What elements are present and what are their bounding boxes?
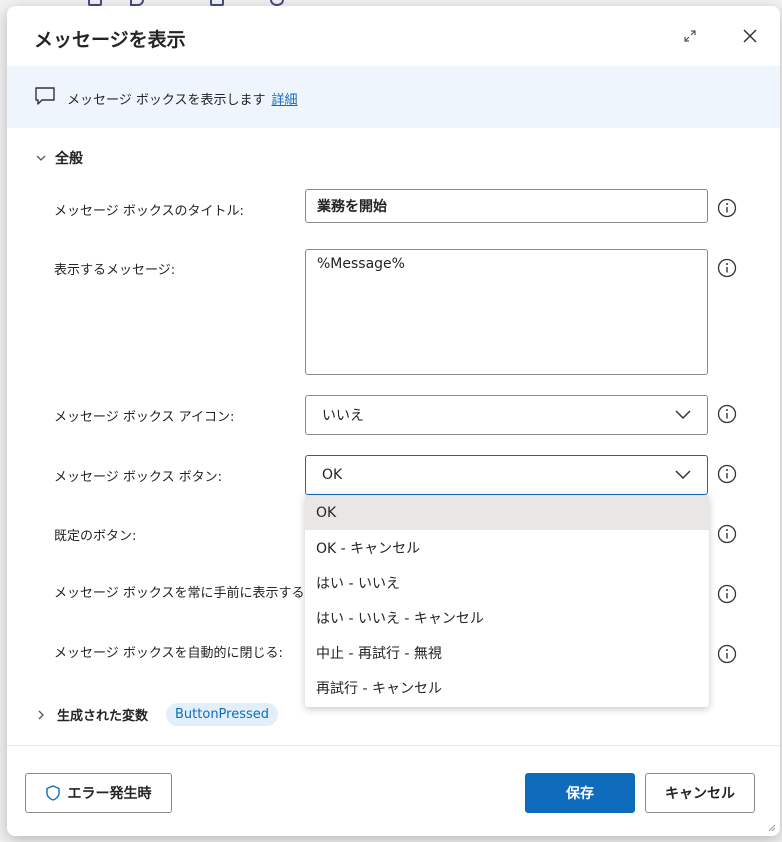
buttons-dropdown-list: OK OK - キャンセル はい - いいえ はい - いいえ - キャンセル … <box>305 495 709 707</box>
banner-text: メッセージ ボックスを表示します 詳細 <box>67 89 298 108</box>
display-message-dialog: メッセージを表示 メッセージ ボックスを表示します 詳細 全般 メッセージ ボック… <box>7 6 780 836</box>
expand-icon <box>684 30 696 42</box>
info-icon[interactable] <box>717 464 737 484</box>
generated-variables: 生成された変数 ButtonPressed <box>35 703 279 726</box>
message-icon <box>35 87 55 105</box>
cancel-button[interactable]: キャンセル <box>645 773 755 813</box>
message-label: 表示するメッセージ: <box>54 263 176 278</box>
info-banner: メッセージ ボックスを表示します 詳細 <box>7 66 780 128</box>
variable-chip[interactable]: ButtonPressed <box>166 703 279 726</box>
on-error-label: エラー発生時 <box>67 786 152 802</box>
generated-variables-label: 生成された変数 <box>57 709 149 724</box>
details-link[interactable]: 詳細 <box>271 93 297 108</box>
dialog-header: メッセージを表示 <box>7 6 780 66</box>
dropdown-option[interactable]: 再試行 - キャンセル <box>305 670 709 705</box>
dropdown-option[interactable]: はい - いいえ - キャンセル <box>305 600 709 635</box>
title-label: メッセージ ボックスのタイトル: <box>54 204 244 219</box>
on-error-button[interactable]: エラー発生時 <box>25 773 172 813</box>
title-input[interactable]: 業務を開始 <box>305 189 708 223</box>
chevron-right-icon[interactable] <box>35 709 47 721</box>
expand-button[interactable] <box>678 24 702 48</box>
section-general-toggle[interactable]: 全般 <box>35 148 83 168</box>
dialog-title: メッセージを表示 <box>34 29 186 51</box>
chevron-down-icon <box>36 155 46 161</box>
autoclose-label: メッセージ ボックスを自動的に閉じる: <box>54 646 283 661</box>
icon-label: メッセージ ボックス アイコン: <box>54 410 235 425</box>
dropdown-option[interactable]: OK <box>305 495 709 530</box>
info-icon[interactable] <box>717 258 737 278</box>
topmost-label: メッセージ ボックスを常に手前に表示する: <box>54 586 309 601</box>
close-icon <box>743 29 757 43</box>
info-icon[interactable] <box>717 644 737 664</box>
dropdown-option[interactable]: 中止 - 再試行 - 無視 <box>305 635 709 670</box>
buttons-select[interactable]: OK <box>305 455 708 495</box>
dropdown-option[interactable]: はい - いいえ <box>305 565 709 600</box>
message-textarea[interactable]: %Message% <box>305 249 708 375</box>
info-icon[interactable] <box>717 524 737 544</box>
info-icon[interactable] <box>717 198 737 218</box>
close-button[interactable] <box>738 24 762 48</box>
section-general-label: 全般 <box>55 151 83 167</box>
save-button[interactable]: 保存 <box>525 773 635 813</box>
chevron-down-icon <box>675 410 691 420</box>
footer-divider <box>7 745 780 746</box>
icon-select-value: いいえ <box>322 408 364 424</box>
info-icon[interactable] <box>717 584 737 604</box>
shield-icon <box>45 785 60 801</box>
dropdown-option[interactable]: OK - キャンセル <box>305 530 709 565</box>
icon-select[interactable]: いいえ <box>305 395 708 435</box>
buttons-label: メッセージ ボックス ボタン: <box>54 470 222 485</box>
banner-description: メッセージ ボックスを表示します <box>67 93 266 108</box>
resize-grip-icon[interactable] <box>766 822 776 832</box>
info-icon[interactable] <box>717 404 737 424</box>
buttons-select-value: OK <box>322 467 343 483</box>
chevron-down-icon <box>675 470 691 480</box>
default-button-label: 既定のボタン: <box>54 529 137 544</box>
